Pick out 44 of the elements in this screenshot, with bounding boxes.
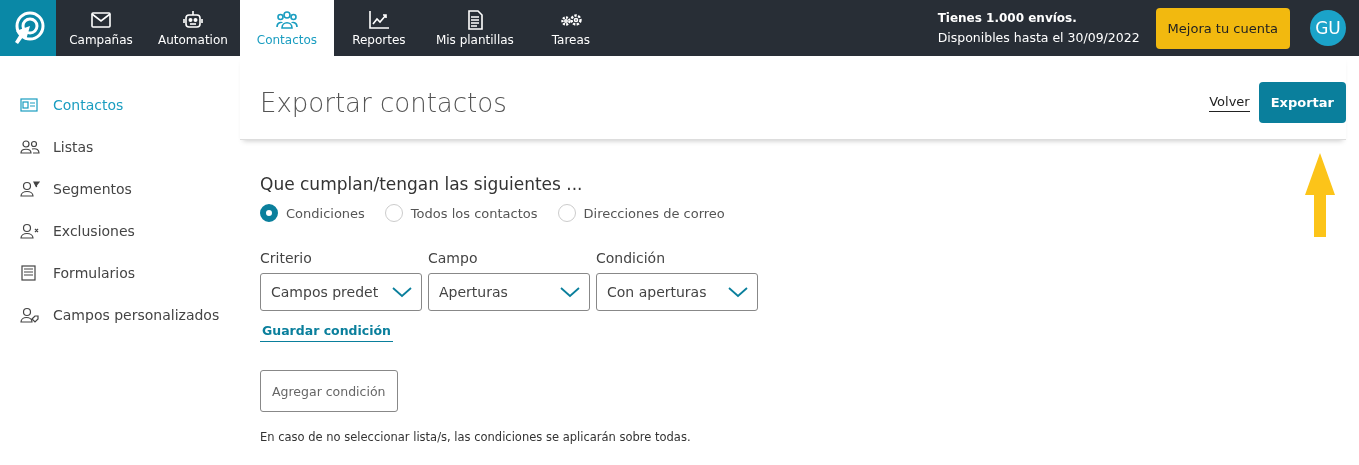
radio-option[interactable]: Condiciones: [260, 204, 365, 222]
app-logo[interactable]: [0, 0, 56, 56]
export-button[interactable]: Exportar: [1258, 82, 1346, 123]
person-filter-icon: [20, 181, 40, 197]
chevron-down-icon: [727, 286, 749, 298]
people-icon: [20, 139, 40, 155]
radio-option[interactable]: Direcciones de correo: [557, 204, 725, 222]
nav-tab[interactable]: Reportes: [333, 0, 424, 56]
radio-button[interactable]: [260, 204, 278, 222]
contact-card-icon: [20, 97, 40, 113]
field-label: Criterio: [260, 250, 313, 266]
sidebar-item[interactable]: Listas: [0, 126, 240, 168]
sends-text: Tienes 1.000 envíos.: [937, 11, 1078, 25]
people-icon: [275, 9, 298, 30]
add-condition-button[interactable]: Agregar condición: [260, 370, 398, 412]
nav-tab[interactable]: Campañas: [56, 0, 146, 56]
save-condition-link[interactable]: Guardar condición: [260, 323, 393, 342]
nav-tab[interactable]: Automation: [146, 0, 240, 56]
chevron-down-icon: [559, 286, 581, 298]
sidebar-item[interactable]: Campos personalizados: [0, 294, 240, 336]
sidebar-item[interactable]: Formularios: [0, 252, 240, 294]
section-heading: Que cumplan/tengan las siguientes ...: [260, 174, 584, 194]
person-cross-icon: [20, 223, 40, 239]
sidebar-item[interactable]: Segmentos: [0, 168, 240, 210]
nav-tab[interactable]: Mis plantillas: [423, 0, 526, 56]
field-label: Condición: [596, 250, 666, 266]
dropdown-field[interactable]: Campos predet: [260, 273, 422, 311]
radio-option[interactable]: Todos los contactos: [384, 204, 538, 222]
person-tag-icon: [20, 307, 40, 323]
robot-icon: [181, 9, 204, 30]
envelope-icon: [90, 9, 112, 30]
page-title: Exportar contactos: [260, 87, 508, 118]
sidebar-item[interactable]: Exclusiones: [0, 210, 240, 252]
field-label: Campo: [428, 250, 479, 266]
availability-text: Disponibles hasta el 30/09/2022: [937, 30, 1140, 45]
dropdown-field[interactable]: Con aperturas: [596, 273, 758, 311]
back-link[interactable]: Volver: [1209, 93, 1250, 112]
note-text: En caso de no seleccionar lista/s, las condiciones se aplicarán sobre todas.: [260, 430, 692, 444]
upgrade-button[interactable]: Mejora tu cuenta: [1155, 7, 1290, 49]
dropdown-field[interactable]: Aperturas: [428, 273, 590, 311]
nav-tab[interactable]: Tareas: [525, 0, 616, 56]
chevron-down-icon: [391, 286, 413, 298]
chart-icon: [367, 9, 390, 30]
up-arrow-icon: [1304, 153, 1336, 237]
